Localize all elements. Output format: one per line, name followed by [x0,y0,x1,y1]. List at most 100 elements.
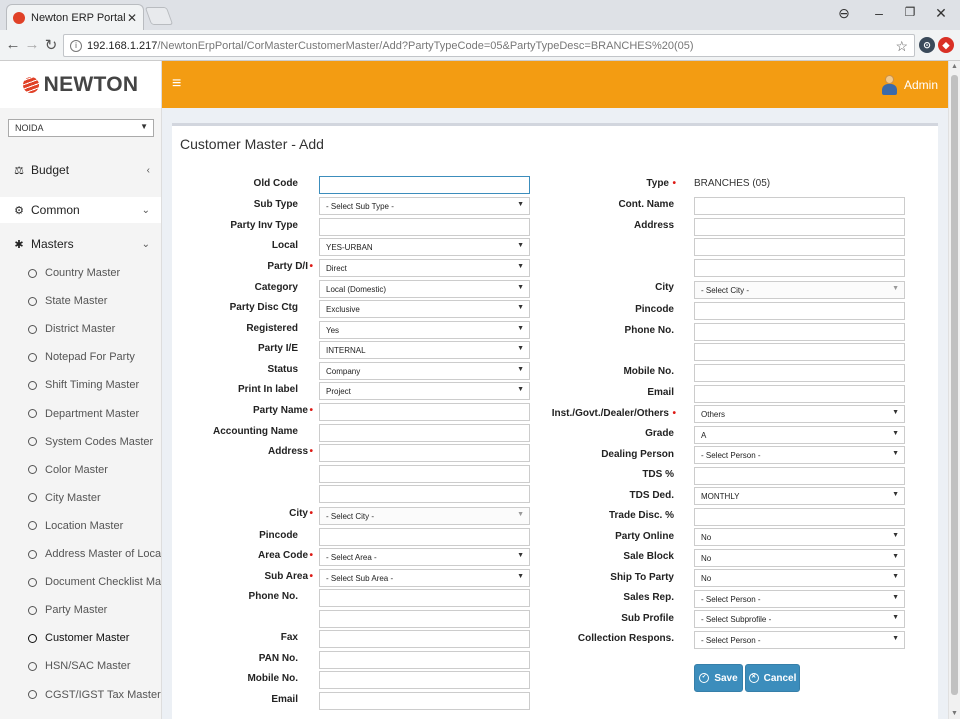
sidebar-subitem[interactable]: System Codes Master [0,428,161,456]
right-email-input[interactable] [694,385,905,403]
address-line1-input[interactable] [319,444,530,462]
sidebar-subitem[interactable]: Shift Timing Master [0,371,161,399]
dealing-person-select[interactable]: - Select Person - ▼ [694,446,905,464]
sub-type-select[interactable]: - Select Sub Type - ▼ [319,197,530,215]
right-phone-no-input[interactable] [694,323,905,341]
sidebar-subitem[interactable]: Customer Master [0,624,161,652]
sidebar-subitem[interactable]: Color Master [0,456,161,484]
scroll-up-icon[interactable]: ▲ [951,63,958,70]
url-field[interactable]: i 192.168.1.217 /NewtonErpPortal/CorMast… [63,34,915,57]
status-select[interactable]: Company ▼ [319,362,530,380]
forward-icon[interactable]: → [24,36,40,53]
tds-ded-value: MONTHLY [701,492,740,501]
new-tab-button[interactable] [144,7,174,25]
right-phone-no-2-input[interactable] [694,343,905,361]
hamburger-menu-icon[interactable]: ≡ [172,75,181,93]
sidebar-item-common[interactable]: ⚙ Common ⌄ [0,197,161,223]
circle-icon [28,437,37,447]
restore-icon[interactable]: ❐ [900,5,920,19]
right-address-line1-input[interactable] [694,218,905,236]
party-name-input[interactable] [319,403,530,421]
sidebar-subitem[interactable]: CGST/IGST Tax Master [0,681,161,709]
sidebar-subitem[interactable]: State Master [0,287,161,315]
grade-select[interactable]: A ▼ [694,426,905,444]
sidebar-subitem[interactable]: Address Master of Loca.. [0,540,161,568]
close-tab-icon[interactable]: ✕ [127,11,137,25]
accounting-name-input[interactable] [319,424,530,442]
page-scrollbar[interactable]: ▲ ▼ [948,61,960,719]
right-address-line2-input[interactable] [694,238,905,256]
cancel-button[interactable]: ✕ Cancel [745,664,800,692]
party-disc-ctg-select[interactable]: Exclusive ▼ [319,300,530,318]
logo-text: NEWTON [43,72,139,96]
scrollbar-thumb[interactable] [951,75,958,695]
tds-pct-input[interactable] [694,467,905,485]
party-di-value: Direct [326,264,347,273]
extension-icon[interactable]: ⊙ [919,37,935,53]
back-icon[interactable]: ← [5,36,21,53]
sidebar-subitem[interactable]: Notepad For Party [0,343,161,371]
right-pincode-input[interactable] [694,302,905,320]
inst-select[interactable]: Others ▼ [694,405,905,423]
reload-icon[interactable]: ↻ [43,36,59,54]
circle-icon [28,605,37,615]
branch-select[interactable]: NOIDA ▼ [8,119,154,137]
trade-disc-input[interactable] [694,508,905,526]
party-inv-type-input[interactable] [319,218,530,236]
close-window-icon[interactable]: ✕ [931,5,951,22]
ship-to-party-select[interactable]: No ▼ [694,569,905,587]
save-button[interactable]: ✓ Save [694,664,743,692]
sidebar-subitem[interactable]: Document Checklist Mas.. [0,568,161,596]
sub-profile-select[interactable]: - Select Subprofile - ▼ [694,610,905,628]
registered-select[interactable]: Yes ▼ [319,321,530,339]
address-line2-input[interactable] [319,465,530,483]
sidebar-subitem[interactable]: City Master [0,484,161,512]
old-code-input[interactable] [319,176,530,194]
area-code-select[interactable]: - Select Area - ▼ [319,548,530,566]
phone-no-2-input[interactable] [319,610,530,628]
print-in-label-select[interactable]: Project ▼ [319,382,530,400]
extension-icon-2[interactable]: ◆ [938,37,954,53]
right-mobile-no-input[interactable] [694,364,905,382]
bookmark-star-icon[interactable]: ☆ [895,38,908,55]
right-city-select[interactable]: - Select City - ▼ [694,281,905,299]
party-online-select[interactable]: No ▼ [694,528,905,546]
browser-tab[interactable]: Newton ERP Portal | Custo ✕ [6,4,144,30]
party-di-select[interactable]: Direct ▼ [319,259,530,277]
sidebar-item-masters[interactable]: ✱ Masters ⌄ [0,232,161,256]
scroll-down-icon[interactable]: ▼ [951,710,958,717]
pan-no-input[interactable] [319,651,530,669]
right-address-line3-input[interactable] [694,259,905,277]
address-line3-input[interactable] [319,485,530,503]
pincode-input[interactable] [319,528,530,546]
sales-rep-select[interactable]: - Select Person - ▼ [694,590,905,608]
chevron-down-icon: ▼ [517,573,524,580]
sidebar-item-budget[interactable]: ⚖ Budget ‹ [0,158,161,182]
profile-icon[interactable]: ⊖ [834,5,854,22]
sale-block-select[interactable]: No ▼ [694,549,905,567]
party-ie-value: INTERNAL [326,346,366,355]
local-select[interactable]: YES-URBAN ▼ [319,238,530,256]
mobile-no-input[interactable] [319,671,530,689]
fax-input[interactable] [319,630,530,648]
phone-no-input[interactable] [319,589,530,607]
minimize-icon[interactable]: – [869,5,889,21]
sidebar-subitem[interactable]: Department Master [0,400,161,428]
category-select[interactable]: Local (Domestic) ▼ [319,280,530,298]
email-input[interactable] [319,692,530,710]
cont-name-input[interactable] [694,197,905,215]
logo[interactable]: NEWTON [0,61,162,108]
site-info-icon[interactable]: i [70,39,82,52]
sidebar-subitem[interactable]: HSN/SAC Master [0,652,161,680]
city-select[interactable]: - Select City - ▼ [319,507,530,525]
user-menu[interactable]: Admin [881,75,938,95]
party-ie-select[interactable]: INTERNAL ▼ [319,341,530,359]
sidebar-subitem[interactable]: District Master [0,315,161,343]
sidebar-subitem[interactable]: Country Master [0,259,161,287]
collection-respons-select[interactable]: - Select Person - ▼ [694,631,905,649]
sub-area-select[interactable]: - Select Sub Area - ▼ [319,569,530,587]
sidebar-subitem[interactable]: Location Master [0,512,161,540]
tds-ded-select[interactable]: MONTHLY ▼ [694,487,905,505]
sidebar-subitem[interactable]: Party Master [0,596,161,624]
user-name: Admin [903,78,938,92]
